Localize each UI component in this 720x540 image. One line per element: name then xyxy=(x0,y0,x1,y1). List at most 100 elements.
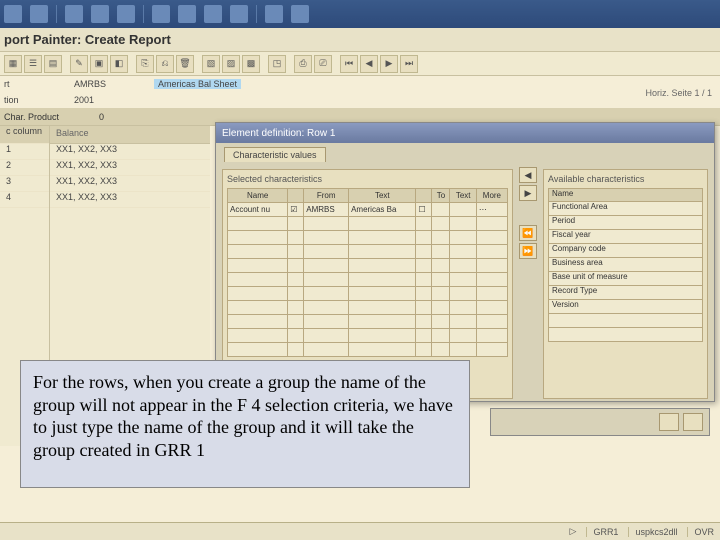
status-triangle-icon: ▷ xyxy=(570,526,577,537)
menu-icon[interactable] xyxy=(30,5,48,23)
dialog-title-bar: Element definition: Row 1 xyxy=(216,123,714,143)
checkbox-icon[interactable]: ☑ xyxy=(288,203,304,217)
list-item[interactable]: Period xyxy=(548,216,703,230)
prev-icon[interactable]: ◀ xyxy=(360,55,378,73)
selected-title: Selected characteristics xyxy=(227,174,508,184)
toolbar-button[interactable]: ▤ xyxy=(44,55,62,73)
toolbar-button[interactable]: ⎙ xyxy=(294,55,312,73)
list-item[interactable] xyxy=(548,328,703,342)
next-icon[interactable]: ▶ xyxy=(380,55,398,73)
dialog-title-text: Element definition: Row 1 xyxy=(222,128,335,139)
app-title-bar: port Painter: Create Report xyxy=(0,28,720,52)
report-name: Americas Bal Sheet xyxy=(154,79,241,89)
char-product-label: Char. Product xyxy=(4,112,59,122)
section-label: tion xyxy=(4,95,54,105)
checkbox-icon[interactable]: ☐ xyxy=(416,203,432,217)
last-icon[interactable]: ⏭ xyxy=(400,55,418,73)
report-info-row2: tion 2001 xyxy=(0,92,720,108)
toolbar-button[interactable]: ☰ xyxy=(24,55,42,73)
status-bar: ▷ GRR1 uspkcs2dll OVR xyxy=(0,522,720,540)
list-item[interactable]: Base unit of measure xyxy=(548,272,703,286)
col-more: More xyxy=(476,189,507,203)
col-from: From xyxy=(304,189,349,203)
toolbar-button[interactable]: ▨ xyxy=(222,55,240,73)
col-text: Text xyxy=(349,189,416,203)
move-all-left-icon[interactable]: ⏪ xyxy=(519,225,537,241)
move-left-icon[interactable]: ◀ xyxy=(519,167,537,183)
report-label: rt xyxy=(4,79,54,89)
balance-cell: XX1, XX2, XX3 xyxy=(50,160,210,176)
menu-icon[interactable] xyxy=(230,5,248,23)
row-number: 3 xyxy=(0,176,49,192)
status-server: uspkcs2dll xyxy=(628,527,677,537)
table-row xyxy=(228,315,508,329)
char-product-value: 0 xyxy=(99,112,104,122)
table-row xyxy=(228,301,508,315)
balance-header: Balance xyxy=(50,126,210,144)
table-row xyxy=(228,217,508,231)
list-item[interactable]: Fiscal year xyxy=(548,230,703,244)
table-row xyxy=(228,259,508,273)
list-item[interactable] xyxy=(548,314,703,328)
list-item[interactable]: Business area xyxy=(548,258,703,272)
toolbar-button[interactable]: 🗑 xyxy=(176,55,194,73)
move-all-right-icon[interactable]: ⏩ xyxy=(519,243,537,259)
toolbar-button[interactable]: ▣ xyxy=(90,55,108,73)
menu-icon[interactable] xyxy=(4,5,22,23)
available-title: Available characteristics xyxy=(548,174,703,184)
more-icon[interactable]: ⋯ xyxy=(476,203,507,217)
table-row xyxy=(228,287,508,301)
list-item[interactable]: Functional Area xyxy=(548,202,703,216)
table-row xyxy=(228,231,508,245)
main-menu-bar xyxy=(0,0,720,28)
toolbar-button[interactable]: ◧ xyxy=(110,55,128,73)
list-item[interactable]: Version xyxy=(548,300,703,314)
dialog-footer xyxy=(490,408,710,436)
cancel-button[interactable] xyxy=(683,413,703,431)
selected-grid: Name From Text To Text More Account nu ☑… xyxy=(227,188,508,357)
row-number: 2 xyxy=(0,160,49,176)
toolbar-button[interactable]: ▧ xyxy=(202,55,220,73)
toolbar-button[interactable]: ◳ xyxy=(268,55,286,73)
table-row xyxy=(228,329,508,343)
horiz-page-label: Horiz. Seite 1 / 1 xyxy=(645,88,712,98)
first-icon[interactable]: ⏮ xyxy=(340,55,358,73)
report-code: AMRBS xyxy=(74,79,134,89)
menu-icon[interactable] xyxy=(152,5,170,23)
list-item[interactable]: Record Type xyxy=(548,286,703,300)
balance-cell: XX1, XX2, XX3 xyxy=(50,192,210,208)
menu-icon[interactable] xyxy=(117,5,135,23)
toolbar-button[interactable]: ✎ xyxy=(70,55,88,73)
table-row xyxy=(228,245,508,259)
table-row[interactable]: Account nu ☑ AMRBS Americas Ba ☐ ⋯ xyxy=(228,203,508,217)
toolbar-button[interactable]: ⎚ xyxy=(314,55,332,73)
col-name: Name xyxy=(228,189,288,203)
move-right-icon[interactable]: ▶ xyxy=(519,185,537,201)
tab-characteristic-values[interactable]: Characteristic values xyxy=(224,147,326,162)
available-list: Name Functional Area Period Fiscal year … xyxy=(548,188,703,342)
menu-icon[interactable] xyxy=(65,5,83,23)
col-header: c column xyxy=(0,126,49,144)
list-item[interactable]: Company code xyxy=(548,244,703,258)
toolbar-button[interactable]: ▩ xyxy=(242,55,260,73)
year-value: 2001 xyxy=(74,95,134,105)
instruction-note: For the rows, when you create a group th… xyxy=(20,360,470,488)
table-row xyxy=(228,343,508,357)
confirm-button[interactable] xyxy=(659,413,679,431)
toolbar-button[interactable]: ⎌ xyxy=(156,55,174,73)
menu-icon[interactable] xyxy=(291,5,309,23)
list-header: Name xyxy=(548,188,703,202)
toolbar-button[interactable]: ▦ xyxy=(4,55,22,73)
menu-icon[interactable] xyxy=(178,5,196,23)
row-number: 1 xyxy=(0,144,49,160)
menu-icon[interactable] xyxy=(91,5,109,23)
menu-icon[interactable] xyxy=(204,5,222,23)
col-to: To xyxy=(432,189,450,203)
balance-cell: XX1, XX2, XX3 xyxy=(50,176,210,192)
row-number: 4 xyxy=(0,192,49,208)
col-text2: Text xyxy=(450,189,476,203)
menu-icon[interactable] xyxy=(265,5,283,23)
toolbar-button[interactable]: ⎘ xyxy=(136,55,154,73)
balance-cell: XX1, XX2, XX3 xyxy=(50,144,210,160)
app-toolbar: ▦ ☰ ▤ ✎ ▣ ◧ ⎘ ⎌ 🗑 ▧ ▨ ▩ ◳ ⎙ ⎚ ⏮ ◀ ▶ ⏭ xyxy=(0,52,720,76)
